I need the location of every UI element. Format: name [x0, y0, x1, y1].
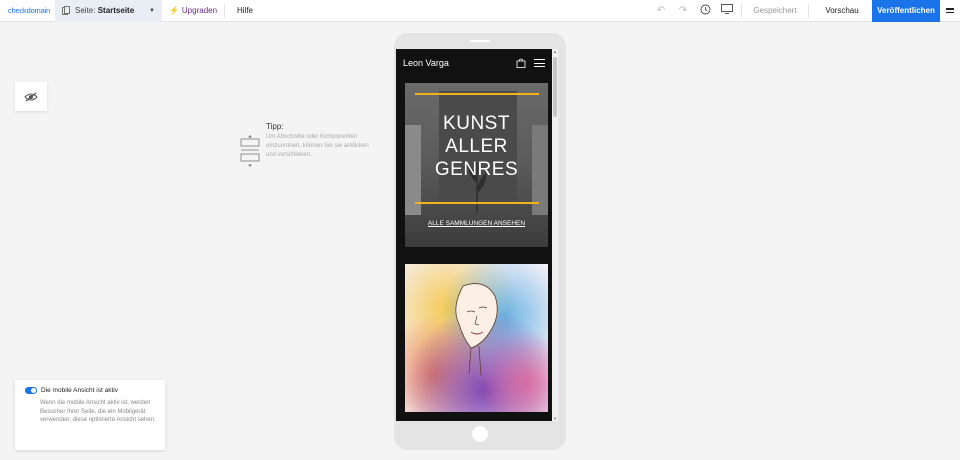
hero-title: KUNST ALLER GENRES — [405, 112, 548, 181]
tip-box: Tipp: Um Abschnitte oder Komponenten umz… — [240, 122, 380, 168]
lightning-icon: ⚡ — [168, 6, 179, 15]
watercolor-portrait-image — [405, 264, 548, 412]
page-select-prefix: Seite: — [75, 6, 96, 15]
history-icon[interactable] — [694, 4, 716, 18]
eye-off-icon — [24, 92, 38, 101]
saved-status: Gespeichert — [753, 6, 797, 15]
scrollbar[interactable]: ▲ ▼ — [552, 49, 558, 421]
hero-title-line: GENRES — [434, 159, 519, 180]
mobile-header: Leon Varga — [396, 49, 552, 77]
chevron-down-icon: ▼ — [149, 7, 155, 14]
page-icon — [62, 6, 70, 15]
mobile-view-toggle[interactable] — [25, 387, 37, 394]
divider — [808, 3, 809, 18]
preview-button[interactable]: Vorschau — [812, 6, 872, 15]
phone-screen[interactable]: Leon Varga KUNST ALLER GENRES ALLE SAMML… — [396, 49, 558, 421]
page-select[interactable]: Seite: Startseite ▼ — [55, 0, 162, 22]
top-toolbar: checkdomain Seite: Startseite ▼ ⚡ Upgrad… — [0, 0, 960, 22]
scroll-up-icon[interactable]: ▲ — [552, 49, 558, 54]
hero-accent-bar — [415, 202, 539, 204]
publish-button[interactable]: Veröffentlichen — [872, 0, 940, 22]
redo-icon[interactable]: ↷ — [672, 5, 694, 16]
hide-toggle-button[interactable] — [15, 82, 47, 111]
hero-title-line: ALLER — [445, 136, 508, 157]
artwork-image[interactable] — [405, 264, 548, 412]
tip-text: Um Abschnitte oder Komponenten umzuordne… — [266, 134, 369, 158]
move-section-icon — [240, 135, 260, 167]
phone-preview: Leon Varga KUNST ALLER GENRES ALLE SAMML… — [394, 33, 566, 450]
phone-speaker — [470, 40, 490, 42]
help-link[interactable]: Hilfe — [225, 6, 265, 15]
hero-title-line: KUNST — [443, 113, 510, 134]
notice-text: Wenn die mobile Ansicht aktiv ist, werde… — [40, 400, 156, 423]
upgrade-button[interactable]: ⚡ Upgraden — [162, 3, 225, 18]
hamburger-menu-icon[interactable] — [534, 59, 545, 67]
divider — [741, 3, 742, 18]
notice-title: Die mobile Ansicht ist aktiv — [41, 387, 118, 394]
hero-section: KUNST ALLER GENRES ALLE SAMMLUNGEN ANSEH… — [405, 83, 548, 247]
menu-icon[interactable] — [940, 8, 960, 13]
desktop-view-icon[interactable] — [716, 4, 738, 17]
view-collections-link[interactable]: ALLE SAMMLUNGEN ANSEHEN — [405, 220, 548, 227]
site-brand[interactable]: Leon Varga — [403, 58, 449, 68]
shopping-bag-icon[interactable] — [516, 58, 526, 68]
page-select-value: Startseite — [97, 6, 135, 15]
upgrade-label: Upgraden — [181, 6, 218, 15]
mobile-view-notice: Die mobile Ansicht ist aktiv Wenn die mo… — [15, 380, 165, 450]
hero-accent-bar — [415, 93, 539, 95]
scroll-down-icon[interactable]: ▼ — [552, 416, 558, 421]
scrollbar-thumb[interactable] — [553, 57, 557, 117]
tip-title: Tipp: — [266, 122, 284, 131]
undo-icon[interactable]: ↶ — [650, 5, 672, 16]
logo[interactable]: checkdomain — [0, 6, 55, 15]
phone-home-button — [472, 426, 488, 442]
